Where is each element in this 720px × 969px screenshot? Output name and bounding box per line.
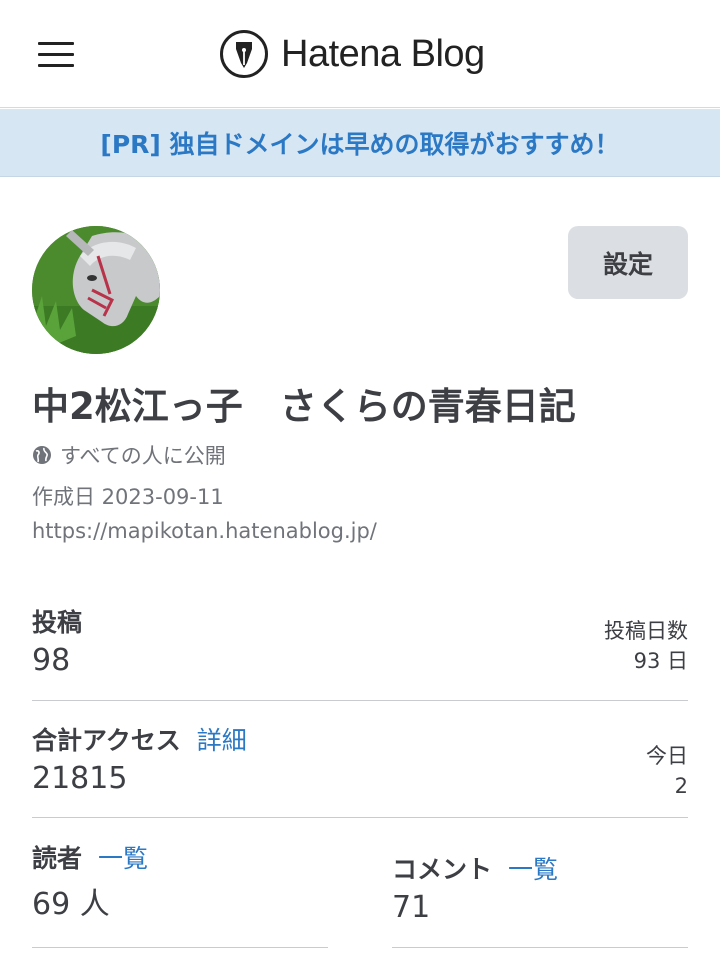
posting-days: 投稿日数 93 日	[604, 616, 688, 677]
divider	[32, 700, 688, 701]
readers-label: 読者	[32, 844, 83, 873]
posting-days-value: 93 日	[633, 649, 688, 674]
posts-stat: 投稿 98	[32, 603, 82, 678]
divider	[392, 947, 688, 948]
access-value: 21815	[32, 761, 128, 796]
blog-url-link[interactable]: https://mapikotan.hatenablog.jp/	[32, 519, 377, 543]
visibility-text: すべての人に公開	[60, 444, 226, 468]
comments-value: 71	[392, 890, 431, 925]
today-access: 今日 2	[646, 741, 688, 802]
today-value: 2	[674, 774, 688, 799]
pr-banner[interactable]: [PR] 独自ドメインは早めの取得がおすすめ！	[0, 109, 720, 177]
app-header: Hatena Blog	[0, 0, 720, 108]
posting-days-label: 投稿日数	[604, 619, 688, 643]
blog-title: 中2松江っ子 さくらの青春日記	[32, 385, 576, 428]
access-stat: 合計アクセス 詳細 21815	[32, 721, 247, 796]
created-date: 作成日 2023-09-11	[32, 485, 224, 509]
posts-label: 投稿	[32, 608, 83, 637]
hamburger-menu-icon[interactable]	[38, 40, 74, 68]
settings-button[interactable]: 設定	[568, 226, 688, 299]
divider	[32, 817, 688, 818]
hatena-pen-logo-icon	[220, 30, 268, 78]
readers-list-link[interactable]: 一覧	[98, 844, 148, 873]
pr-banner-text: [PR] 独自ドメインは早めの取得がおすすめ！	[100, 129, 620, 159]
access-detail-link[interactable]: 詳細	[197, 726, 247, 755]
comments-stat: コメント 一覧 71	[392, 850, 558, 925]
divider	[32, 947, 328, 948]
today-label: 今日	[646, 744, 688, 768]
visibility-status: すべての人に公開	[32, 440, 226, 470]
readers-value: 69 人	[32, 887, 110, 922]
globe-icon	[33, 446, 51, 464]
donkey-photo	[32, 226, 160, 354]
comments-list-link[interactable]: 一覧	[508, 855, 558, 884]
logo-text: Hatena Blog	[281, 32, 485, 75]
avatar	[32, 226, 160, 354]
posts-value: 98	[32, 643, 71, 678]
readers-stat: 読者 一覧 69 人	[32, 839, 148, 923]
access-label: 合計アクセス	[32, 726, 181, 755]
comments-label: コメント	[392, 855, 493, 884]
hatena-blog-logo[interactable]: Hatena Blog	[219, 28, 485, 80]
